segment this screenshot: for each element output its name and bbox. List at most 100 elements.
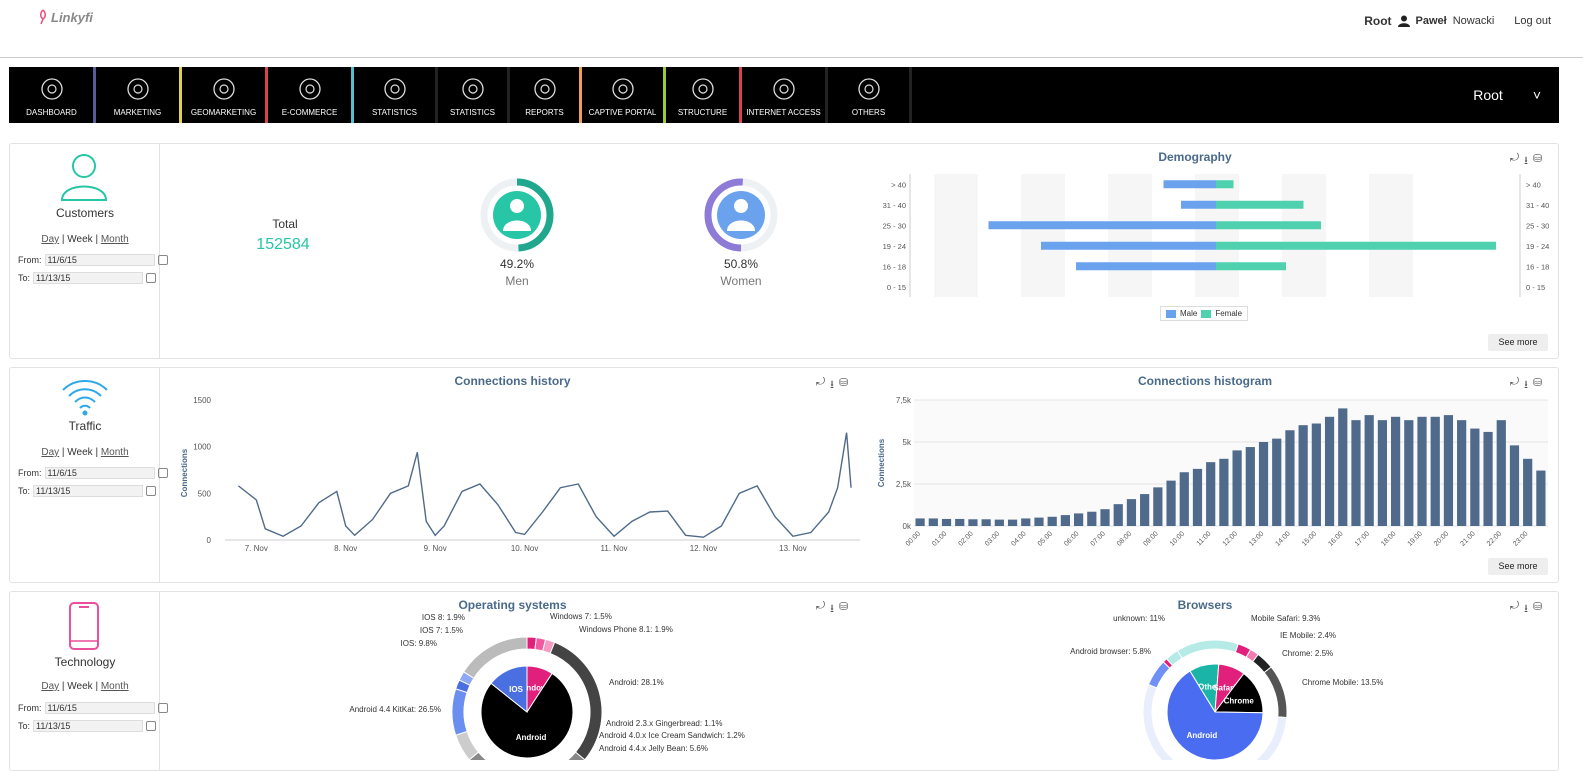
period-month-link[interactable]: Month [101, 447, 129, 458]
from-label: From: [18, 703, 42, 713]
technology-panel: Technology Day | Week | Month From: 11/6… [9, 591, 1559, 771]
nav-item-label: GEOMARKETING [190, 108, 257, 117]
logo-mark-icon [40, 9, 46, 25]
grid-band [1021, 174, 1065, 297]
y-tick-label: 0k [903, 522, 912, 531]
period-month-link[interactable]: Month [101, 681, 129, 692]
period-day-link[interactable]: Day [41, 681, 59, 692]
customers-sidebar: Customers Day | Week | Month From: 11/6/… [10, 144, 168, 358]
user-last-name: Nowacki [1452, 15, 1495, 27]
os-outer-slice [455, 730, 480, 760]
period-week-link[interactable]: Week [67, 681, 92, 692]
percent-icon [461, 78, 484, 100]
histogram-bar [981, 519, 991, 526]
period-week-link[interactable]: Week [67, 447, 92, 458]
calendar-icon[interactable] [146, 273, 157, 283]
os-data-label: Windows 7: 1.5% [550, 612, 612, 621]
histogram-bar [968, 519, 978, 526]
nav-item-dashboard[interactable]: DASHBOARD [9, 67, 96, 123]
period-month-link[interactable]: Month [101, 234, 129, 245]
male-legend-swatch [1166, 309, 1176, 318]
from-date-input[interactable]: 11/6/15 [44, 467, 155, 479]
nav-item-e-commerce[interactable]: E-COMMERCE [267, 67, 354, 123]
browser-data-label: Chrome Mobile: 13.5% [1302, 678, 1383, 687]
logout-link[interactable]: Log out [1514, 15, 1551, 27]
nav-item-structure[interactable]: STRUCTURE [665, 67, 742, 123]
y-tick-label: 16 - 18 [883, 262, 906, 271]
histogram-bar [1007, 519, 1018, 526]
nav-item-others[interactable]: OTHERS [827, 67, 912, 123]
histogram-bar [1443, 415, 1454, 526]
period-day-link[interactable]: Day [41, 234, 59, 245]
histogram-bar [1338, 408, 1348, 526]
histogram-bar [1126, 499, 1137, 526]
main-navigation: DASHBOARD MARKETING GEOMARKETING E-COMMERCE… [9, 67, 1559, 123]
nav-item-statistics[interactable]: STATISTICS [437, 67, 510, 123]
nav-item-reports[interactable]: REPORTS [509, 67, 582, 123]
men-label: Men [505, 274, 529, 288]
x-tick-label: 02:00 [958, 530, 975, 547]
x-tick-label: 11:00 [1196, 530, 1213, 547]
operating-systems-chart: WindowsAndroidIOSIOS 8: 1.9%IOS 7: 1.5%I… [349, 612, 745, 760]
period-day-link[interactable]: Day [41, 447, 59, 458]
from-date-input[interactable]: 11/6/15 [44, 702, 155, 714]
period-week-link[interactable]: Week [67, 234, 92, 245]
y-axis-label: Connections [877, 438, 886, 487]
histogram-bar [1404, 420, 1414, 526]
account-name: Root [1364, 14, 1392, 28]
nav-item-geomarketing[interactable]: GEOMARKETING [181, 67, 268, 123]
from-label: From: [18, 468, 42, 478]
to-date-row: To: 11/13/15 [18, 720, 157, 732]
x-tick-label: 09:00 [1142, 530, 1159, 547]
histogram-bar [1153, 487, 1163, 526]
browser-outer-slice [1176, 639, 1239, 659]
nav-item-marketing[interactable]: MARKETING [95, 67, 182, 123]
histogram-bar [1311, 423, 1321, 526]
histogram-bar [1179, 472, 1189, 526]
nav-item-internet-access[interactable]: INTERNET ACCESS [741, 67, 828, 123]
account-switcher[interactable]: Root ˅ [1473, 87, 1541, 103]
linkyfi-logo[interactable]: Linkyfi [38, 9, 93, 25]
os-slice-label: IOS [509, 685, 523, 694]
histogram-bar [1113, 504, 1123, 526]
total-label: Total [272, 217, 298, 231]
histogram-bar [1417, 416, 1427, 526]
from-date-input[interactable]: 11/6/15 [44, 254, 155, 266]
calendar-icon[interactable] [157, 468, 168, 478]
to-date-input[interactable]: 11/13/15 [33, 272, 144, 284]
calendar-icon[interactable] [157, 703, 168, 713]
female-bar [1216, 262, 1286, 271]
calendar-icon[interactable] [157, 255, 168, 265]
demography-legend: Male Female [1160, 306, 1249, 321]
shop-icon [298, 78, 321, 100]
y-tick-label: 19 - 24 [883, 242, 906, 251]
user-first-name: Paweł [1415, 15, 1447, 27]
from-date-row: From: 11/6/15 [18, 254, 168, 266]
stats-icon [383, 78, 406, 100]
calendar-icon[interactable] [146, 486, 157, 496]
to-date-input[interactable]: 11/13/15 [33, 485, 144, 497]
x-tick-label: 13:00 [1248, 530, 1265, 547]
calendar-icon[interactable] [146, 721, 157, 731]
see-more-button[interactable]: See more [1488, 558, 1548, 575]
men-percentage: 49.2% [499, 257, 535, 271]
from-date-row: From: 11/6/15 [18, 467, 168, 479]
y-tick-label-right: 16 - 18 [1526, 262, 1549, 271]
x-tick-label: 10:00 [1169, 530, 1186, 547]
globe-icon [212, 78, 235, 100]
male-bar [1163, 180, 1216, 189]
grid-band [1108, 174, 1152, 297]
to-date-input[interactable]: 11/13/15 [33, 720, 144, 732]
x-tick-label: 17:00 [1354, 530, 1371, 547]
smartphone-icon [69, 602, 99, 650]
see-more-button[interactable]: See more [1488, 334, 1548, 351]
browser-data-label: Mobile Safari: 9.3% [1251, 614, 1320, 623]
histogram-bar [1140, 494, 1150, 526]
histogram-bar [1364, 415, 1374, 526]
histogram-bar [1509, 445, 1520, 526]
nav-item-statistics[interactable]: STATISTICS [353, 67, 438, 123]
histogram-bar [1536, 470, 1546, 526]
male-legend-label: Male [1180, 309, 1198, 318]
logo-text: Linkyfi [51, 9, 93, 25]
nav-item-captive-portal[interactable]: CAPTIVE PORTAL [581, 67, 666, 123]
